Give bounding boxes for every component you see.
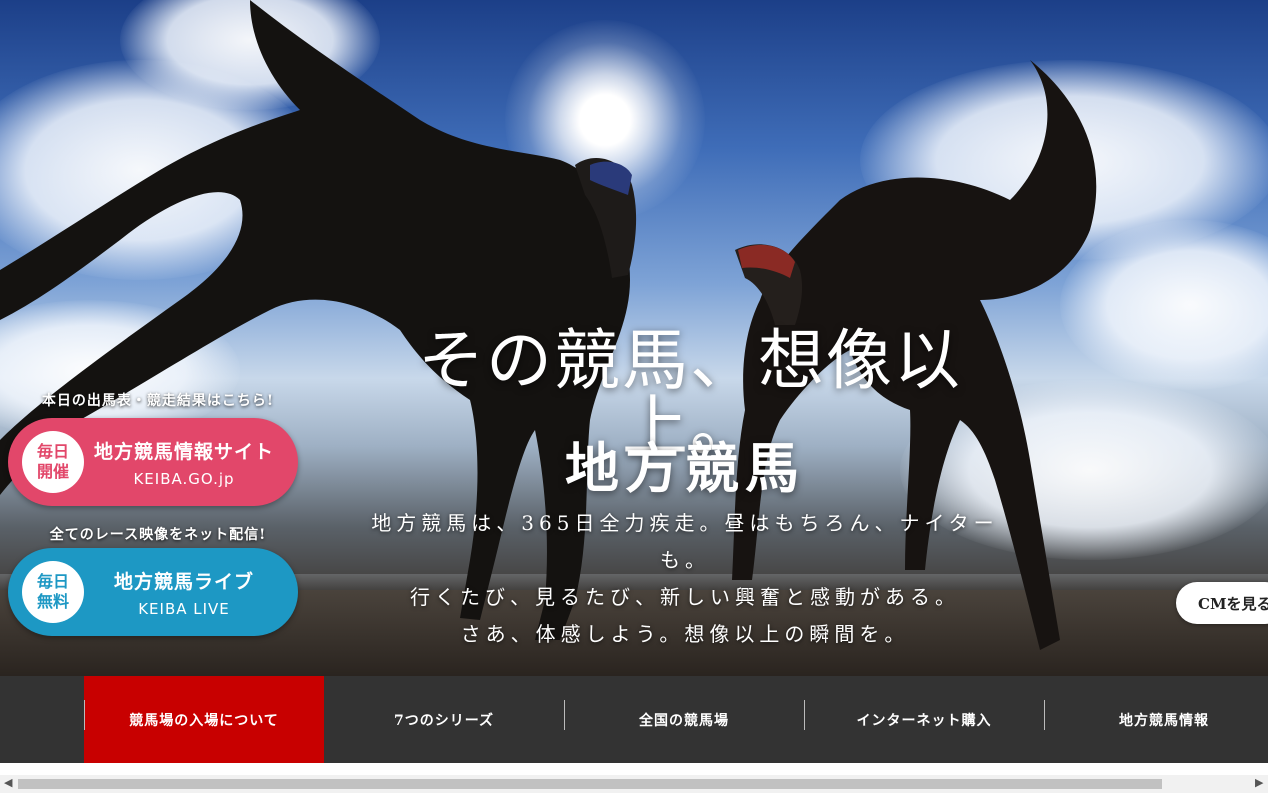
hero-lead-line: さあ、体感しよう。想像以上の瞬間を。	[460, 622, 910, 646]
hero-title: 地方競馬	[565, 436, 805, 500]
free-badge: 毎日 無料	[22, 561, 84, 623]
banner-subtitle: KEIBA LIVE	[138, 599, 230, 618]
banner-subtitle: KEIBA.GO.jp	[133, 469, 235, 488]
keiba-banner-caption: 本日の出馬表・競走結果はこちら!	[41, 393, 275, 409]
hero-lead-line: 地方競馬は、365日全力疾走。昼はもちろん、ナイターも。	[371, 511, 999, 572]
badge-line: 毎日	[36, 572, 69, 591]
live-banner-caption: 全てのレース映像をネット配信!	[49, 527, 267, 543]
hero-lead: 地方競馬は、365日全力疾走。昼はもちろん、ナイターも。 行くたび、見るたび、新…	[350, 505, 1020, 653]
horizontal-scrollbar[interactable]: ◀ ▶	[0, 775, 1268, 793]
banner-title: 地方競馬情報サイト	[93, 440, 274, 463]
nav-divider	[84, 700, 85, 730]
scroll-left-icon[interactable]: ◀	[4, 776, 12, 789]
badge-line: 開催	[36, 462, 69, 481]
nav-item-admission[interactable]: 競馬場の入場について	[84, 676, 324, 763]
badge-line: 無料	[36, 592, 69, 611]
scrollbar-thumb[interactable]	[18, 779, 1162, 789]
nav-item-internet-purchase[interactable]: インターネット購入	[804, 676, 1044, 763]
banner-title: 地方競馬ライブ	[113, 570, 254, 593]
nav-item-racecourses[interactable]: 全国の競馬場	[564, 676, 804, 763]
scroll-right-icon[interactable]: ▶	[1255, 776, 1263, 789]
badge-line: 毎日	[36, 442, 69, 461]
keiba-live-banner[interactable]: 毎日 無料 地方競馬ライブ KEIBA LIVE	[8, 548, 298, 636]
nav-item-series[interactable]: 7つのシリーズ	[324, 676, 564, 763]
watch-cm-button[interactable]: CMを見る	[1176, 582, 1268, 624]
daily-badge: 毎日 開催	[22, 431, 84, 493]
main-nav: 競馬場の入場について 7つのシリーズ 全国の競馬場 インターネット購入 地方競馬…	[0, 676, 1268, 763]
nav-item-keiba-info[interactable]: 地方競馬情報	[1044, 676, 1268, 763]
keiba-info-site-banner[interactable]: 毎日 開催 地方競馬情報サイト KEIBA.GO.jp	[8, 418, 298, 506]
hero-lead-line: 行くたび、見るたび、新しい興奮と感動がある。	[410, 585, 960, 609]
